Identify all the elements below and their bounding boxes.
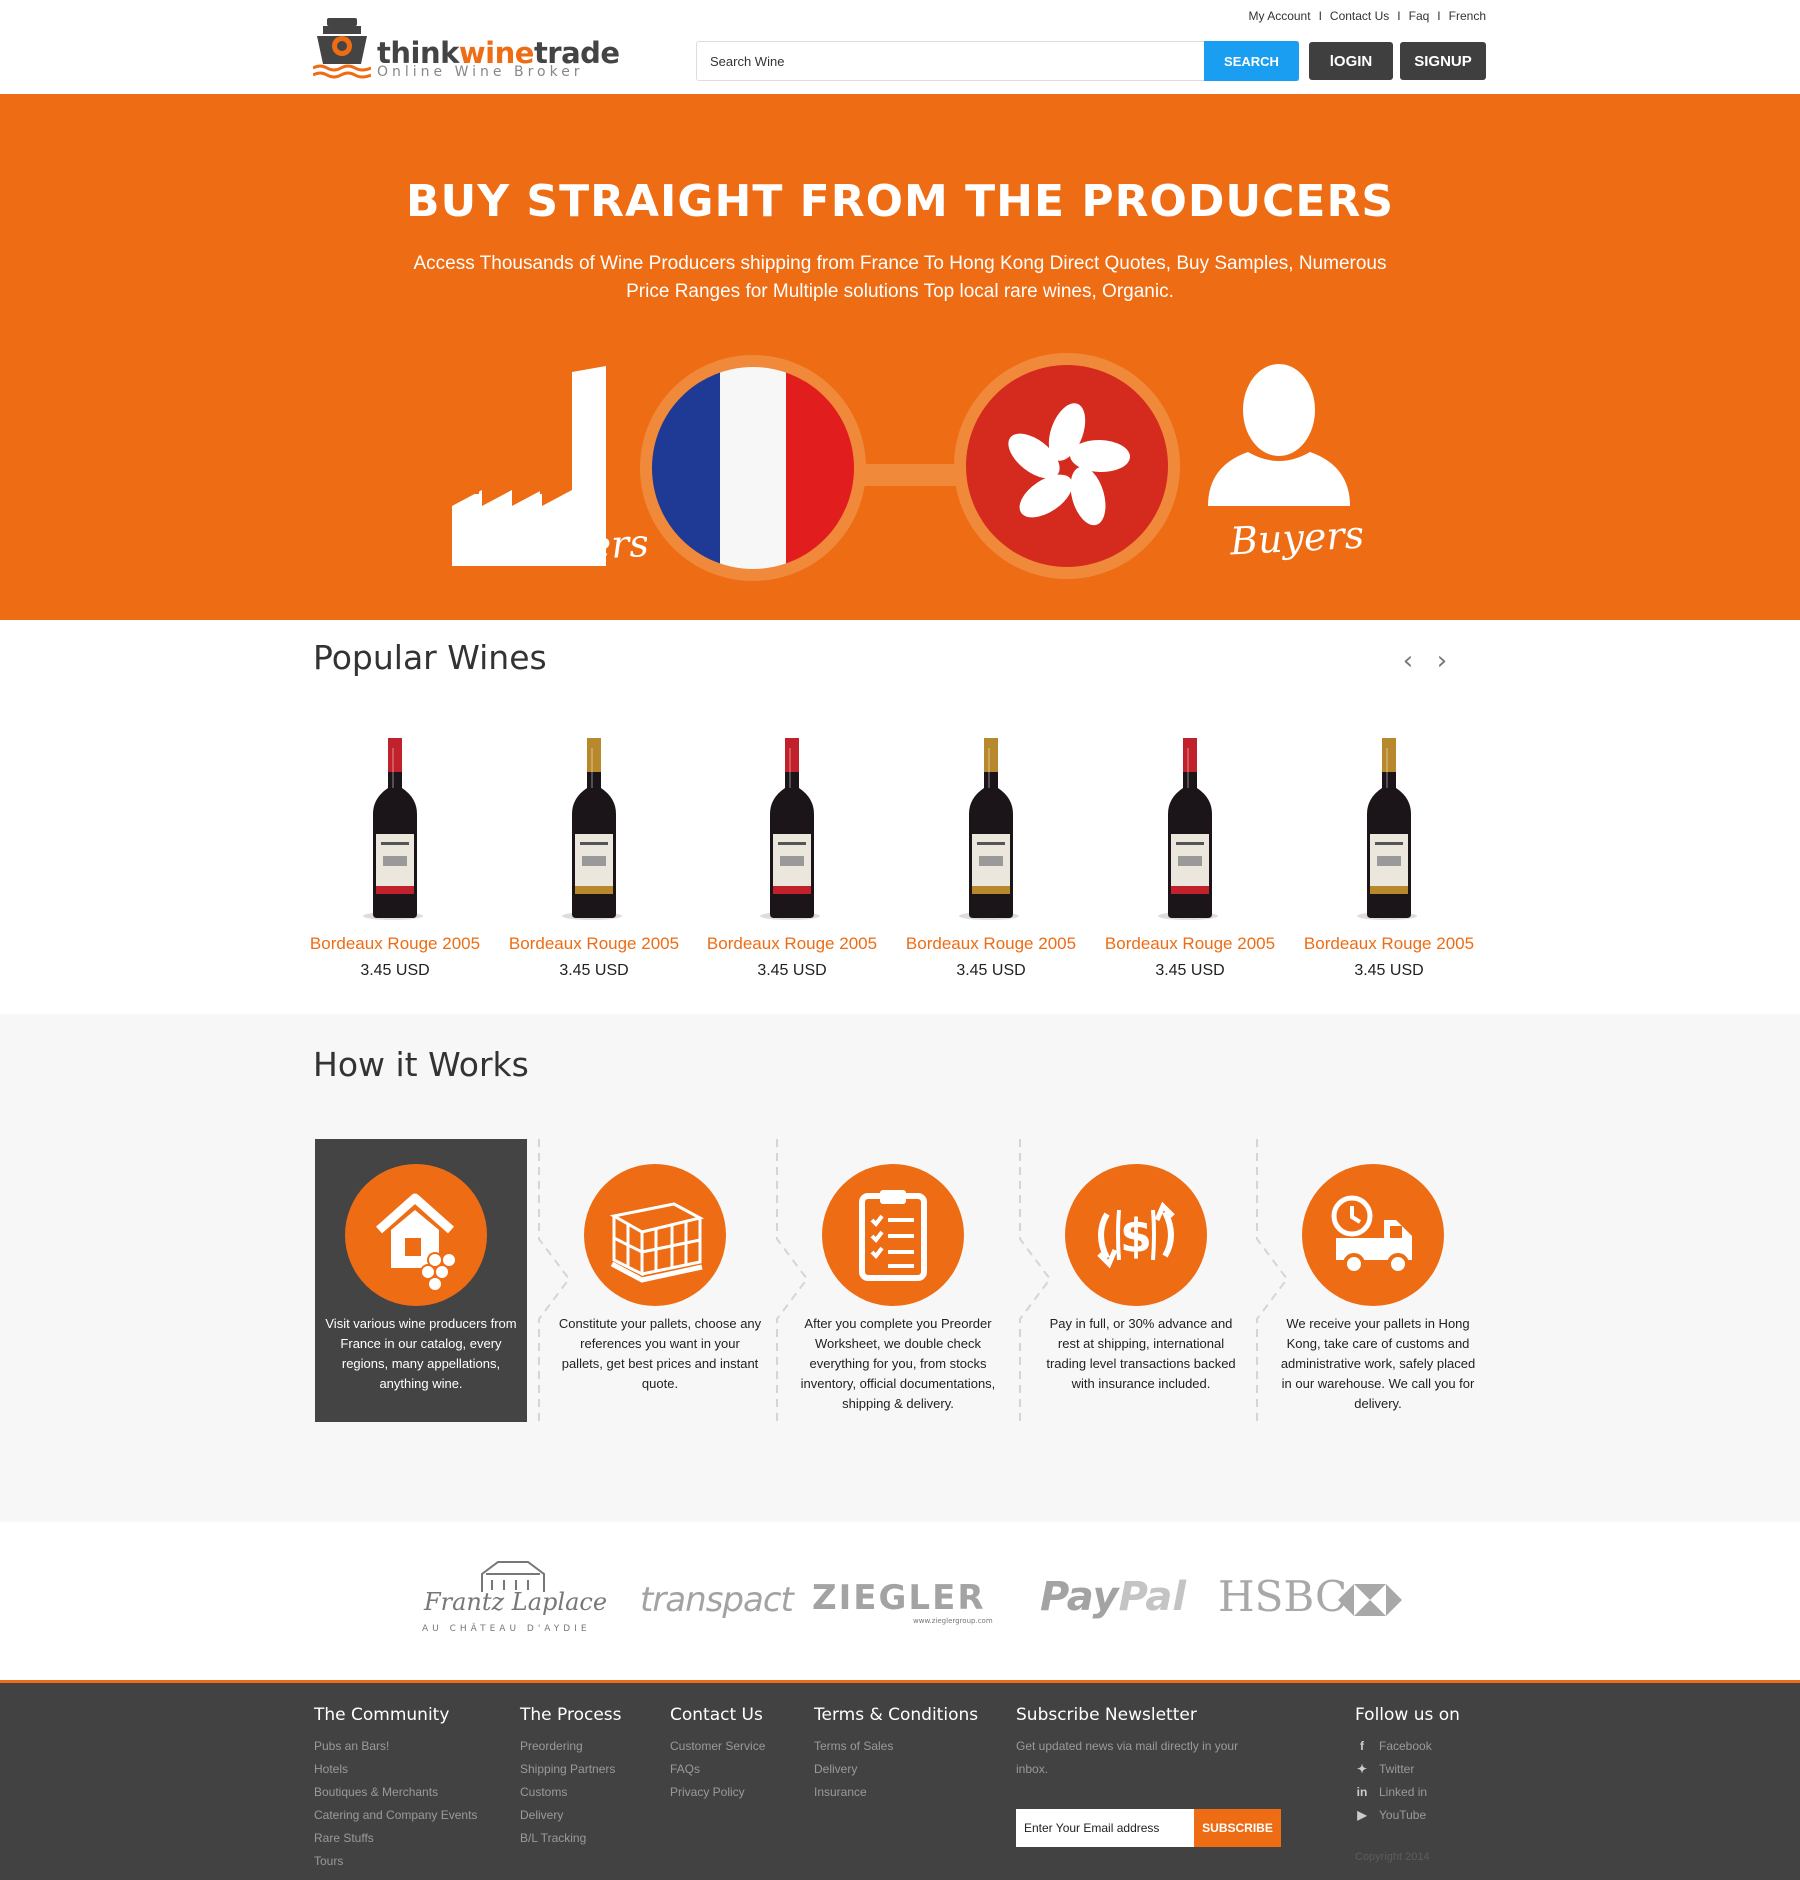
- wine-name[interactable]: Bordeaux Rouge 2005: [499, 934, 689, 954]
- footer-newsletter: Subscribe Newsletter Get updated news vi…: [1016, 1705, 1286, 1865]
- footer-link[interactable]: FAQs: [670, 1758, 765, 1781]
- contact-us-link[interactable]: Contact Us: [1330, 9, 1389, 23]
- footer-link[interactable]: Catering and Company Events: [314, 1804, 477, 1827]
- wine-price: 3.45 USD: [757, 962, 827, 979]
- search-button[interactable]: SEARCH: [1204, 41, 1299, 81]
- wine-card[interactable]: Bordeaux Rouge 2005 3.45 USD: [1095, 728, 1285, 988]
- hero-banner: BUY STRAIGHT FROM THE PRODUCERS Access T…: [0, 94, 1800, 620]
- hsbc-logo[interactable]: HSBC: [1218, 1572, 1347, 1621]
- wine-name[interactable]: Bordeaux Rouge 2005: [1294, 934, 1484, 954]
- buyer-person-icon: [1208, 364, 1350, 506]
- wine-bottle-icon: [959, 738, 1019, 920]
- carousel-next-icon[interactable]: ›: [1430, 646, 1454, 676]
- youtube-link[interactable]: ▶ YouTube: [1355, 1804, 1460, 1827]
- wine-bottle-icon: [1158, 738, 1218, 920]
- ziegler-url: www.zieglergroup.com: [913, 1617, 993, 1625]
- logo-tagline: Online Wine Broker: [377, 64, 584, 80]
- site-header: thinkwinetrade Online Wine Broker My Acc…: [0, 0, 1800, 94]
- footer-link[interactable]: Rare Stuffs: [314, 1827, 477, 1850]
- footer-link[interactable]: Privacy Policy: [670, 1781, 765, 1804]
- footer-community-title: The Community: [314, 1705, 450, 1725]
- frantz-laplace-logo[interactable]: Frantz Laplace AU CHÂTEAU D'AYDIE: [420, 1554, 608, 1638]
- footer-process-title: The Process: [520, 1705, 622, 1725]
- footer-link[interactable]: Pubs an Bars!: [314, 1735, 477, 1758]
- footer-link[interactable]: Preordering: [520, 1735, 622, 1758]
- footer-link[interactable]: Shipping Partners: [520, 1758, 622, 1781]
- site-footer: The Community Pubs an Bars! Hotels Bouti…: [0, 1680, 1800, 1880]
- footer-community: The Community Pubs an Bars! Hotels Bouti…: [314, 1705, 477, 1873]
- wine-card[interactable]: Bordeaux Rouge 2005 3.45 USD: [499, 728, 689, 988]
- paypal-logo[interactable]: PayPal: [1040, 1574, 1186, 1620]
- footer-contact-title: Contact Us: [670, 1705, 763, 1725]
- popular-wines-title: Popular Wines: [313, 638, 547, 677]
- laplace-signature: Frantz Laplace: [424, 1588, 608, 1616]
- signup-button[interactable]: SIGNUP: [1400, 42, 1486, 80]
- my-account-link[interactable]: My Account: [1249, 9, 1311, 23]
- footer-link[interactable]: Customer Service: [670, 1735, 765, 1758]
- footer-link[interactable]: Hotels: [314, 1758, 477, 1781]
- how-it-works-title: How it Works: [313, 1045, 529, 1084]
- footer-terms-title: Terms & Conditions: [814, 1705, 979, 1725]
- twitter-icon: ✦: [1356, 1762, 1368, 1776]
- hong-kong-flag-icon: [954, 353, 1180, 579]
- facebook-icon: f: [1360, 1739, 1364, 1753]
- ziegler-logo[interactable]: ZIEGLER: [812, 1578, 986, 1618]
- wine-price: 3.45 USD: [559, 962, 629, 979]
- wine-bottle-icon: [562, 738, 622, 920]
- newsletter-email-input[interactable]: Enter Your Email address: [1016, 1809, 1194, 1847]
- hero-illustration: [452, 353, 1350, 581]
- footer-follow: Follow us on f Facebook ✦ Twitter in Linked…: [1355, 1705, 1460, 1827]
- footer-link[interactable]: B/L Tracking: [520, 1827, 622, 1850]
- wine-bottle-icon: [363, 738, 423, 920]
- wine-name[interactable]: Bordeaux Rouge 2005: [697, 934, 887, 954]
- top-links: My Account I Contact Us I Faq I French: [1248, 9, 1486, 23]
- footer-link[interactable]: Tours: [314, 1850, 477, 1873]
- footer-link[interactable]: Delivery: [814, 1758, 978, 1781]
- buyers-label: Buyers: [1228, 512, 1366, 564]
- wine-card[interactable]: Bordeaux Rouge 2005 3.45 USD: [1294, 728, 1484, 988]
- laplace-subtitle: AU CHÂTEAU D'AYDIE: [422, 1624, 591, 1634]
- wine-name[interactable]: Bordeaux Rouge 2005: [896, 934, 1086, 954]
- france-flag-icon: [640, 355, 866, 581]
- facebook-link[interactable]: f Facebook: [1355, 1735, 1460, 1758]
- faq-link[interactable]: Faq: [1409, 9, 1430, 23]
- ship-logo-icon: [313, 18, 371, 79]
- linkedin-icon: in: [1356, 1785, 1368, 1799]
- wine-card[interactable]: Bordeaux Rouge 2005 3.45 USD: [300, 728, 490, 988]
- footer-link[interactable]: Terms of Sales: [814, 1735, 978, 1758]
- login-button[interactable]: lOGIN: [1309, 42, 1393, 80]
- french-language-link[interactable]: French: [1449, 9, 1486, 23]
- hsbc-hexagon-icon: [1338, 1584, 1402, 1616]
- copyright-text: Copyright 2014: [1355, 1851, 1430, 1863]
- footer-link[interactable]: Customs: [520, 1781, 622, 1804]
- newsletter-description: Get updated news via mail directly in yo…: [1016, 1739, 1239, 1776]
- wine-card[interactable]: Bordeaux Rouge 2005 3.45 USD: [896, 728, 1086, 988]
- wine-card[interactable]: Bordeaux Rouge 2005 3.45 USD: [697, 728, 887, 988]
- wine-name[interactable]: Bordeaux Rouge 2005: [300, 934, 490, 954]
- footer-link[interactable]: Delivery: [520, 1804, 622, 1827]
- footer-newsletter-title: Subscribe Newsletter: [1016, 1705, 1197, 1725]
- wine-bottle-icon: [1357, 738, 1417, 920]
- step-dividers: [538, 1139, 1289, 1422]
- transpact-logo[interactable]: transpact: [640, 1580, 794, 1620]
- twitter-link[interactable]: ✦ Twitter: [1355, 1758, 1460, 1781]
- footer-link[interactable]: Insurance: [814, 1781, 978, 1804]
- partners-strip: Frantz Laplace AU CHÂTEAU D'AYDIE transp…: [0, 1522, 1800, 1680]
- wine-price: 3.45 USD: [1354, 962, 1424, 979]
- carousel-prev-icon[interactable]: ‹: [1396, 646, 1420, 676]
- wine-name[interactable]: Bordeaux Rouge 2005: [1095, 934, 1285, 954]
- wine-price: 3.45 USD: [360, 962, 430, 979]
- footer-follow-title: Follow us on: [1355, 1705, 1460, 1725]
- footer-process: The Process Preordering Shipping Partner…: [520, 1705, 622, 1850]
- subscribe-button[interactable]: SUBSCRIBE: [1194, 1809, 1281, 1847]
- youtube-icon: ▶: [1357, 1808, 1367, 1822]
- footer-contact: Contact Us Customer Service FAQs Privacy…: [670, 1705, 765, 1804]
- footer-terms: Terms & Conditions Terms of Sales Delive…: [814, 1705, 978, 1804]
- linkedin-link[interactable]: in Linked in: [1355, 1781, 1460, 1804]
- footer-link[interactable]: Boutiques & Merchants: [314, 1781, 477, 1804]
- site-logo[interactable]: thinkwinetrade Online Wine Broker: [313, 14, 620, 82]
- wine-price: 3.45 USD: [1155, 962, 1225, 979]
- wine-bottle-icon: [760, 738, 820, 920]
- wine-price: 3.45 USD: [956, 962, 1026, 979]
